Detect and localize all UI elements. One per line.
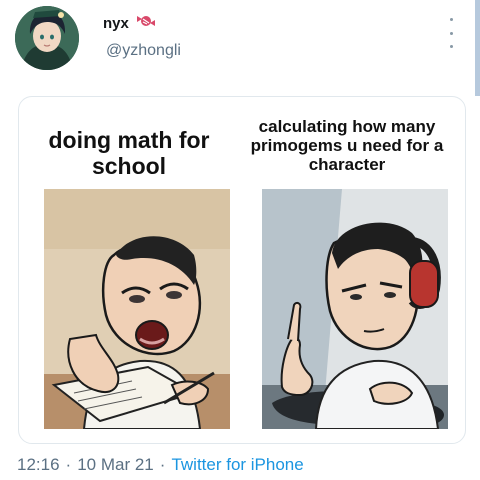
display-name[interactable]: nyx: [103, 15, 129, 32]
more-vertical-icon[interactable]: [444, 18, 458, 48]
separator-dot: ·: [159, 455, 166, 474]
meme-left-panel: [44, 189, 230, 429]
avatar[interactable]: [15, 6, 79, 70]
name-row: nyx: [103, 12, 157, 35]
candy-icon: [135, 12, 157, 35]
tweet-header: nyx @yzhongli: [0, 0, 480, 90]
tweet-timestamp-row: 12:16 · 10 Mar 21 · Twitter for iPhone: [17, 455, 304, 475]
tweet-time[interactable]: 12:16: [17, 455, 60, 475]
separator-dot: ·: [65, 455, 72, 474]
tweet-client-link[interactable]: Twitter for iPhone: [171, 455, 303, 475]
tweet-date[interactable]: 10 Mar 21: [77, 455, 154, 475]
meme-image[interactable]: doing math for school calculating how ma…: [18, 96, 466, 444]
meme-left-caption: doing math for school: [48, 127, 210, 179]
meme-right-caption: calculating how many primogems u need fo…: [250, 117, 444, 174]
meme-right-panel: [262, 189, 448, 429]
user-handle[interactable]: @yzhongli: [106, 42, 181, 60]
